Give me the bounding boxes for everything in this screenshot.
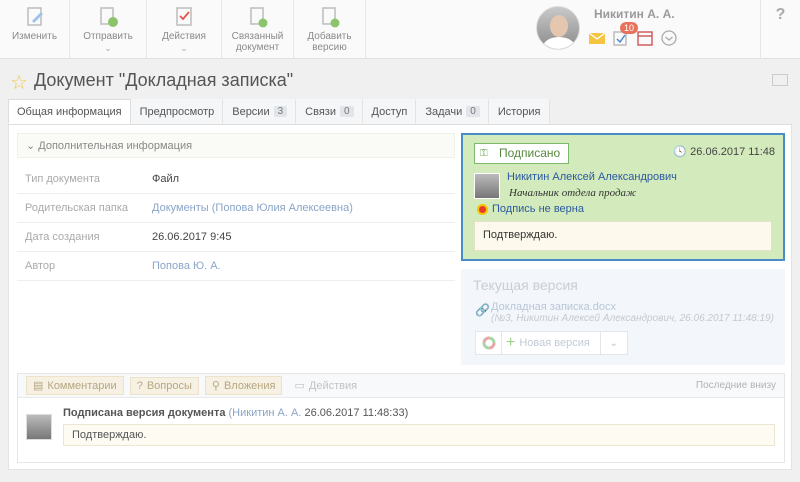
signature-panel: ⚿ Подписано 🕓 26.06.2017 11:48 Никитин А… bbox=[461, 133, 785, 261]
checklist-icon bbox=[176, 7, 192, 26]
tabs-bar: Общая информация Предпросмотр Версии 3 Св… bbox=[8, 99, 792, 125]
tab-count: 3 bbox=[273, 106, 288, 117]
document-header: ☆ Документ "Докладная записка" bbox=[10, 68, 790, 96]
send-button[interactable]: Отправить ⌄ bbox=[70, 0, 147, 59]
property-key: Родительская папка bbox=[25, 202, 128, 214]
property-key: Автор bbox=[25, 260, 56, 272]
add-version-button[interactable]: Добавить версию bbox=[294, 0, 366, 59]
signer-role: Начальник отдела продаж bbox=[509, 187, 637, 199]
edit-button[interactable]: Изменить bbox=[0, 0, 70, 59]
tab-count: 0 bbox=[466, 106, 480, 117]
comment-text: Подтверждаю. bbox=[63, 424, 775, 446]
comment-time: 26.06.2017 11:48:33) bbox=[304, 407, 409, 419]
current-version-panel: Текущая версия 🔗 Докладная записка.docx … bbox=[461, 269, 785, 365]
actions-label: Действия bbox=[162, 31, 206, 42]
property-value: Файл bbox=[152, 173, 180, 185]
actions-icon: ▭ bbox=[294, 380, 305, 392]
key-icon: ⚿ bbox=[480, 148, 488, 159]
tab-history[interactable]: История bbox=[488, 99, 550, 124]
user-area: Никитин А. А. 10 bbox=[536, 0, 760, 59]
attachments-tab[interactable]: ⚲ Вложения bbox=[204, 376, 283, 395]
tab-general-info[interactable]: Общая информация bbox=[8, 99, 131, 124]
add-version-icon bbox=[321, 7, 339, 28]
actions-button[interactable]: Действия ⌄ bbox=[147, 0, 222, 59]
send-icon bbox=[100, 7, 118, 27]
property-row: Дата создания 26.06.2017 9:45 bbox=[17, 223, 455, 252]
property-key: Тип документа bbox=[25, 173, 101, 185]
property-key: Дата создания bbox=[25, 231, 100, 243]
signature-datetime: 🕓 26.06.2017 11:48 bbox=[673, 146, 775, 158]
tab-links[interactable]: Связи 0 bbox=[296, 99, 363, 124]
parent-folder-link[interactable]: Документы (Попова Юлия Алексеевна) bbox=[152, 202, 353, 214]
user-name[interactable]: Никитин А. А. bbox=[594, 7, 675, 21]
linked-document-label: Связанный документ bbox=[231, 31, 284, 53]
send-label: Отправить bbox=[83, 31, 133, 42]
comment-header: Подписана версия документа (Никитин А. А… bbox=[63, 407, 408, 419]
calendar-icon[interactable] bbox=[636, 30, 654, 46]
edit-label: Изменить bbox=[11, 31, 58, 42]
new-version-button[interactable]: + Новая версия bbox=[502, 332, 601, 354]
comment-author-link[interactable]: (Никитин А. А. bbox=[229, 407, 302, 419]
author-link[interactable]: Попова Ю. А. bbox=[152, 260, 221, 272]
comments-tab[interactable]: ▤ Комментарии bbox=[26, 376, 124, 395]
version-meta: (№3, Никитин Алексей Александрович, 26.0… bbox=[491, 313, 774, 324]
property-row: Родительская папка Документы (Попова Юли… bbox=[17, 194, 455, 223]
mail-icon[interactable] bbox=[588, 30, 606, 46]
clock-icon: 🕓 bbox=[673, 146, 688, 158]
tab-count: 0 bbox=[339, 106, 354, 117]
user-avatar[interactable] bbox=[536, 6, 580, 50]
linked-document-icon bbox=[249, 7, 267, 28]
paperclip-icon: ⚲ bbox=[211, 380, 220, 392]
comment-icon: ▤ bbox=[33, 380, 44, 392]
invalid-signature-link[interactable]: Подпись не верна bbox=[477, 203, 584, 215]
property-value: 26.06.2017 9:45 bbox=[152, 231, 232, 243]
page-title: Документ "Докладная записка" bbox=[34, 70, 294, 90]
favorite-star-icon[interactable]: ☆ bbox=[10, 70, 28, 95]
chevron-down-circle-icon[interactable] bbox=[660, 30, 678, 46]
comments-tabs: ▤ Комментарии ? Вопросы ⚲ Вложения ▭ Действи… bbox=[18, 374, 784, 398]
current-version-heading: Текущая версия bbox=[473, 277, 578, 293]
tab-preview[interactable]: Предпросмотр bbox=[130, 99, 224, 124]
property-row: Автор Попова Ю. А. bbox=[17, 252, 455, 281]
chevron-down-icon: ⌄ bbox=[180, 43, 188, 53]
chevron-down-icon: ⌄ bbox=[26, 140, 36, 152]
additional-info-toggle[interactable]: ⌄ Дополнительная информация bbox=[17, 133, 455, 158]
main-panel: ⌄ Дополнительная информация Тип документ… bbox=[8, 125, 792, 470]
new-version-group: + Новая версия ⌄ bbox=[475, 331, 628, 355]
toolbar: Изменить Отправить ⌄ Действия ⌄ Связанны… bbox=[0, 0, 800, 59]
envelope-icon[interactable] bbox=[772, 74, 788, 86]
properties-list: Тип документа Файл Родительская папка До… bbox=[17, 165, 455, 281]
help-button[interactable]: ? bbox=[760, 0, 800, 59]
tab-versions[interactable]: Версии 3 bbox=[223, 99, 297, 124]
comment-avatar bbox=[26, 414, 52, 440]
tasks-icon[interactable]: 10 bbox=[612, 22, 639, 46]
question-icon: ? bbox=[136, 379, 143, 392]
color-wheel-icon[interactable] bbox=[476, 332, 502, 354]
additional-info-label: Дополнительная информация bbox=[38, 140, 193, 152]
paperclip-icon: 🔗 bbox=[475, 303, 490, 317]
signed-status-button[interactable]: ⚿ Подписано bbox=[474, 143, 570, 164]
chevron-down-icon[interactable]: ⌄ bbox=[601, 332, 627, 354]
invalid-signature-icon bbox=[477, 203, 488, 215]
chevron-down-icon: ⌄ bbox=[104, 43, 112, 53]
linked-document-button[interactable]: Связанный документ bbox=[222, 0, 294, 59]
comments-panel: ▤ Комментарии ? Вопросы ⚲ Вложения ▭ Действи… bbox=[17, 373, 785, 463]
edit-icon bbox=[26, 7, 43, 26]
add-version-label: Добавить версию bbox=[307, 31, 352, 53]
tab-access[interactable]: Доступ bbox=[362, 99, 417, 124]
property-row: Тип документа Файл bbox=[17, 165, 455, 194]
actions-tab[interactable]: ▭ Действия bbox=[288, 377, 363, 394]
signer-name-link[interactable]: Никитин Алексей Александрович bbox=[507, 171, 677, 183]
comment-title: Подписана версия документа bbox=[63, 407, 226, 419]
questions-tab[interactable]: ? Вопросы bbox=[129, 376, 199, 395]
signer-avatar[interactable] bbox=[474, 173, 500, 199]
sort-order-label[interactable]: Последние внизу bbox=[696, 380, 776, 391]
plus-icon: + bbox=[506, 334, 516, 351]
version-file-link[interactable]: Докладная записка.docx bbox=[491, 301, 616, 313]
signature-comment: Подтверждаю. bbox=[474, 221, 772, 251]
tab-tasks[interactable]: Задачи 0 bbox=[416, 99, 489, 124]
